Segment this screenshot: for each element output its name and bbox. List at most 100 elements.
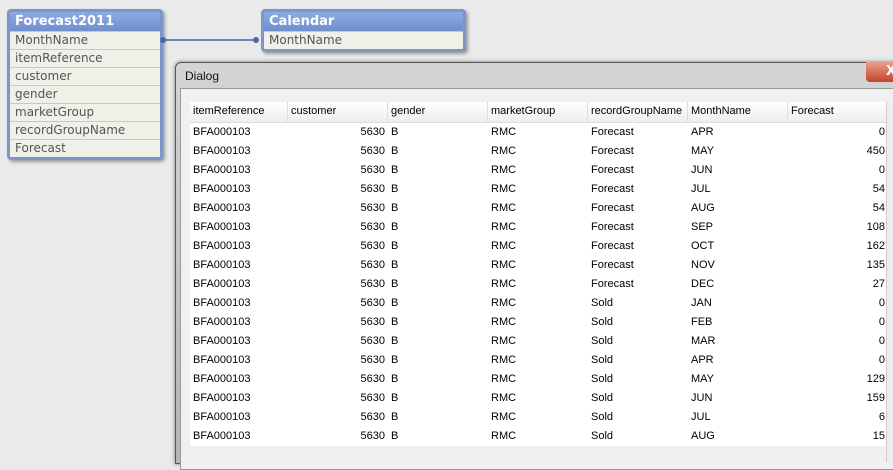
column-header[interactable]: MonthName (688, 102, 788, 122)
table-cell: RMC (491, 278, 517, 290)
table-cell: 54 (872, 202, 885, 214)
column-header[interactable]: gender (388, 102, 488, 122)
table-cell: B (391, 411, 399, 423)
table-cell: Sold (591, 335, 614, 347)
table-row: BFA000103 5630 B RMC Sold MAR 0 (190, 332, 893, 351)
table-cell: JUL (691, 183, 711, 195)
table-cell: RMC (491, 202, 517, 214)
vertical-scrollbar[interactable] (886, 102, 893, 462)
table-cell: 450 (866, 145, 885, 157)
table-cell: Sold (591, 354, 614, 366)
table-cell: BFA000103 (193, 259, 251, 271)
table-cell: 0 (878, 126, 885, 138)
table-cell: RMC (491, 392, 517, 404)
table-cell: OCT (691, 240, 715, 252)
link-endpoint (253, 37, 259, 43)
table-cell: Sold (591, 297, 614, 309)
field-item[interactable]: MonthName (10, 31, 160, 49)
table-cell: B (391, 183, 399, 195)
field-item[interactable]: itemReference (10, 49, 160, 67)
table-cell: 159 (866, 392, 885, 404)
table-cell: JUN (691, 392, 713, 404)
table-row: BFA000103 5630 B RMC Sold APR 0 (190, 351, 893, 370)
field-item[interactable]: gender (10, 85, 160, 103)
table-cell: 0 (878, 316, 885, 328)
table-cell: RMC (491, 259, 517, 271)
field-item[interactable]: recordGroupName (10, 121, 160, 139)
field-item[interactable]: Forecast (10, 139, 160, 157)
table-cell: RMC (491, 316, 517, 328)
table-row: BFA000103 5630 B RMC Forecast OCT 162 (190, 237, 893, 256)
table-cell: Sold (591, 411, 614, 423)
column-header[interactable]: marketGroup (488, 102, 588, 122)
table-row: BFA000103 5630 B RMC Forecast SEP 108 (190, 218, 893, 237)
table-cell: 5630 (360, 430, 385, 442)
table-cell: 5630 (360, 278, 385, 290)
table-cell: 5630 (360, 316, 385, 328)
column-header[interactable]: customer (288, 102, 388, 122)
table-cell: B (391, 164, 399, 176)
table-row: BFA000103 5630 B RMC Forecast JUN 0 (190, 161, 893, 180)
table-cell: 5630 (360, 373, 385, 385)
table-cell: Sold (591, 392, 614, 404)
column-header[interactable]: itemReference (190, 102, 288, 122)
table-row: BFA000103 5630 B RMC Sold FEB 0 (190, 313, 893, 332)
table-cell: BFA000103 (193, 126, 251, 138)
table-cell: Forecast (591, 259, 634, 271)
table-cell: RMC (491, 126, 517, 138)
table-cell: RMC (491, 411, 517, 423)
table-cell: Forecast (591, 183, 634, 195)
table-cell: RMC (491, 373, 517, 385)
table-cell: JUL (691, 411, 711, 423)
column-header[interactable]: recordGroupName (588, 102, 688, 122)
table-cell: 5630 (360, 259, 385, 271)
table-cell: 5630 (360, 240, 385, 252)
table-cell: BFA000103 (193, 240, 251, 252)
table-cell: 5630 (360, 354, 385, 366)
table-cell: 135 (866, 259, 885, 271)
table-cell: 5630 (360, 392, 385, 404)
table-cell: Forecast (591, 221, 634, 233)
field-item[interactable]: customer (10, 67, 160, 85)
table-cell: B (391, 430, 399, 442)
table-cell: MAR (691, 335, 716, 347)
table-cell: Sold (591, 373, 614, 385)
table-cell: Sold (591, 430, 614, 442)
table-box-calendar[interactable]: Calendar MonthName (261, 9, 466, 52)
table-cell: SEP (691, 221, 714, 233)
table-cell: AUG (691, 430, 715, 442)
dialog-window: Dialog X itemReference customer gender mark… (175, 62, 893, 470)
table-cell: JAN (691, 297, 712, 309)
table-cell: 162 (866, 240, 885, 252)
table-cell: BFA000103 (193, 164, 251, 176)
field-item[interactable]: marketGroup (10, 103, 160, 121)
table-cell: Forecast (591, 164, 634, 176)
table-row: BFA000103 5630 B RMC Forecast JUL 54 (190, 180, 893, 199)
table-cell: Forecast (591, 145, 634, 157)
table-cell: MAY (691, 373, 715, 385)
close-button[interactable]: X (866, 62, 893, 82)
table-cell: 0 (878, 297, 885, 309)
field-item[interactable]: MonthName (264, 31, 463, 49)
table-row: BFA000103 5630 B RMC Sold JAN 0 (190, 294, 893, 313)
table-cell: DEC (691, 278, 715, 290)
table-cell: JUN (691, 164, 713, 176)
table-cell: B (391, 202, 399, 214)
link-endpoint (160, 37, 166, 43)
header-row: itemReference customer gender marketGroup re… (190, 102, 893, 123)
table-cell: 129 (866, 373, 885, 385)
table-cell: MAY (691, 145, 715, 157)
table-cell: RMC (491, 430, 517, 442)
table-cell: 6 (878, 411, 885, 423)
table-cell: FEB (691, 316, 713, 328)
table-cell: Forecast (591, 126, 634, 138)
table-cell: BFA000103 (193, 392, 251, 404)
table-cell: RMC (491, 145, 517, 157)
table-box-forecast2011[interactable]: Forecast2011 MonthName itemReference custom… (7, 9, 163, 160)
table-row: BFA000103 5630 B RMC Sold JUN 159 (190, 389, 893, 408)
table-cell: RMC (491, 221, 517, 233)
table-cell: BFA000103 (193, 145, 251, 157)
table-cell: B (391, 126, 399, 138)
column-header[interactable]: Forecast (788, 102, 888, 122)
table-cell: NOV (691, 259, 715, 271)
